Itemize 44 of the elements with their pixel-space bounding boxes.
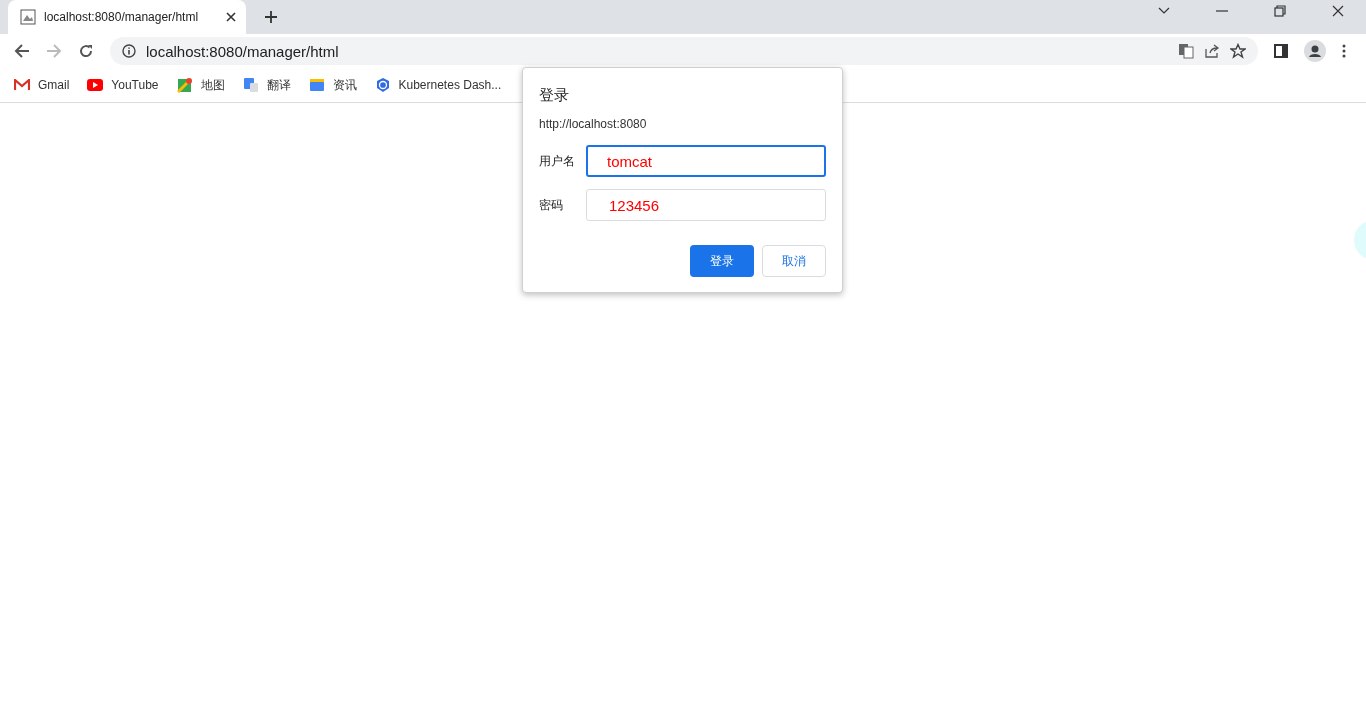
bookmark-item[interactable]: 地图 <box>176 76 225 94</box>
avatar-icon[interactable] <box>1304 40 1326 62</box>
dialog-title: 登录 <box>539 86 570 105</box>
back-arrow-icon[interactable] <box>14 43 30 59</box>
share-icon[interactable] <box>1204 43 1220 59</box>
map-icon <box>176 77 193 93</box>
bookmark-label: 资讯 <box>332 76 357 94</box>
input-field[interactable]: tomcat <box>586 145 826 177</box>
star-icon[interactable] <box>1230 43 1246 59</box>
chevron-down-icon[interactable] <box>1158 6 1170 15</box>
bookmark-item[interactable]: YouTube <box>87 78 159 92</box>
reload-icon[interactable] <box>78 43 94 59</box>
side-panel-icon[interactable] <box>1274 44 1288 58</box>
restore-icon[interactable] <box>1274 4 1286 17</box>
bookmark-label: Kubernetes Dash... <box>398 78 502 92</box>
info-icon[interactable] <box>122 44 136 58</box>
close-icon[interactable] <box>1332 4 1344 17</box>
image-icon <box>20 9 36 25</box>
bookmark-item[interactable]: Gmail <box>14 78 70 92</box>
more-menu-icon[interactable] <box>1342 44 1346 58</box>
login-button[interactable]: 登录 <box>690 245 754 277</box>
input-field[interactable]: 123456 <box>586 189 826 221</box>
new-tab-icon[interactable] <box>264 10 278 24</box>
helm-wheel-icon <box>374 77 391 93</box>
bookmark-label: YouTube <box>111 78 159 92</box>
address-bar[interactable]: localhost:8080/manager/html <box>110 37 1258 65</box>
news-icon <box>308 78 325 92</box>
bookmark-label: 翻译 <box>266 76 291 94</box>
field-label: 用户名 <box>539 152 576 170</box>
minimize-icon[interactable] <box>1216 9 1228 12</box>
bookmark-label: Gmail <box>38 78 70 92</box>
tab-title: localhost:8080/manager/html <box>44 10 200 24</box>
close-icon[interactable] <box>226 12 236 22</box>
field-label: 密码 <box>539 196 564 214</box>
bookmark-item[interactable]: Kubernetes Dash... <box>374 77 502 93</box>
bookmark-item[interactable]: 翻译 <box>242 76 291 94</box>
bookmark-item[interactable]: 资讯 <box>308 76 357 94</box>
browser-tab[interactable]: localhost:8080/manager/html <box>8 0 246 34</box>
envelope-icon <box>14 79 30 91</box>
url-text: localhost:8080/manager/html <box>146 42 339 60</box>
bookmark-label: 地图 <box>200 76 225 94</box>
site-origin: http://localhost:8080 <box>539 117 648 131</box>
play-icon <box>87 79 104 91</box>
cancel-button[interactable]: 取消 <box>762 245 826 277</box>
